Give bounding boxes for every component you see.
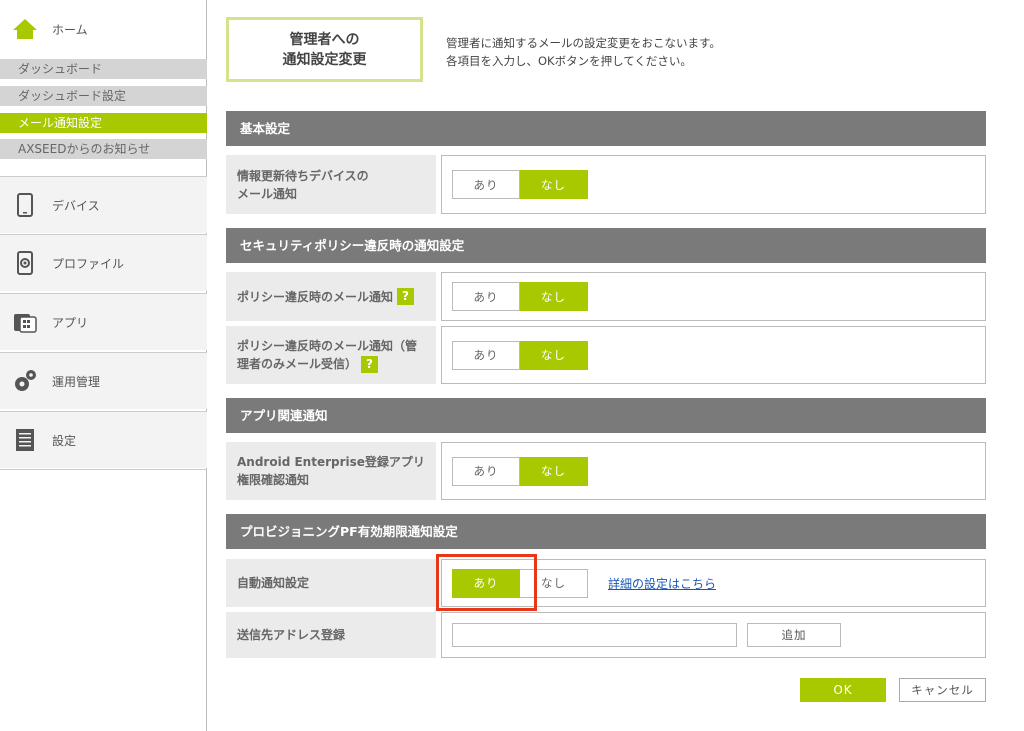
sidebar-item-dashboard[interactable]: ダッシュボード bbox=[0, 59, 207, 79]
section-header-provisioning: プロビジョニングPF有効期限通知設定 bbox=[226, 514, 986, 549]
option-off[interactable]: なし bbox=[520, 340, 588, 370]
sidebar-item-app-label: アプリ bbox=[52, 315, 89, 330]
row-value-android-enterprise: あり なし bbox=[441, 442, 986, 500]
row-label-pending-device-mail: 情報更新待ちデバイスの メール通知 bbox=[226, 155, 436, 214]
sidebar-item-settings[interactable]: 設定 bbox=[0, 411, 207, 468]
row-label-line2: メール通知 bbox=[237, 186, 298, 201]
toggle-policy-violation-mail: あり なし bbox=[452, 282, 588, 311]
row-label-line2: 理者のみメール受信） bbox=[237, 357, 358, 371]
sidebar: ホーム ダッシュボード ダッシュボード設定 メール通知設定 AXSEEDからのお… bbox=[0, 0, 207, 731]
sidebar-item-device[interactable]: デバイス bbox=[0, 176, 207, 233]
page-description-line2: 各項目を入力し、OKボタンを押してください。 bbox=[446, 54, 692, 68]
page-description-line1: 管理者に通知するメールの設定変更をおこないます。 bbox=[446, 36, 721, 50]
row-label-auto-notification: 自動通知設定 bbox=[226, 559, 436, 607]
sidebar-item-mail-notification[interactable]: メール通知設定 bbox=[0, 113, 207, 133]
sidebar-item-operation[interactable]: 運用管理 bbox=[0, 352, 207, 409]
device-icon bbox=[12, 192, 38, 218]
row-label-text: ポリシー違反時のメール通知 bbox=[237, 289, 394, 304]
toggle-android-enterprise: あり なし bbox=[452, 456, 588, 486]
home-icon bbox=[13, 19, 37, 39]
row-label-line1: Android Enterprise登録アプリ bbox=[237, 455, 425, 469]
section-header-security: セキュリティポリシー違反時の通知設定 bbox=[226, 228, 986, 263]
toggle-pending-device-mail: あり なし bbox=[452, 170, 588, 199]
row-label-line1: ポリシー違反時のメール通知（管 bbox=[237, 339, 418, 353]
toggle-policy-violation-admin-only: あり なし bbox=[452, 340, 588, 370]
help-icon[interactable]: ? bbox=[361, 356, 379, 373]
sidebar-item-axseed-news[interactable]: AXSEEDからのお知らせ bbox=[0, 139, 207, 159]
gear-icon bbox=[12, 368, 38, 394]
settings-icon bbox=[12, 427, 38, 453]
section-header-basic: 基本設定 bbox=[226, 111, 986, 146]
option-on[interactable]: あり bbox=[452, 456, 520, 486]
page-title: 管理者への 通知設定変更 bbox=[226, 17, 423, 82]
row-label-policy-violation-admin-only: ポリシー違反時のメール通知（管 理者のみメール受信）? bbox=[226, 326, 436, 384]
option-off[interactable]: なし bbox=[520, 170, 588, 199]
row-label-line2: 権限確認通知 bbox=[237, 473, 310, 487]
add-address-button[interactable]: 追加 bbox=[747, 623, 841, 647]
row-label-line1: 情報更新待ちデバイスの bbox=[237, 168, 369, 183]
sidebar-divider bbox=[0, 469, 207, 470]
row-value-pending-device-mail: あり なし bbox=[441, 155, 986, 214]
home-label: ホーム bbox=[52, 22, 88, 37]
help-icon[interactable]: ? bbox=[397, 288, 415, 305]
highlight-box bbox=[436, 554, 537, 611]
home-link[interactable]: ホーム bbox=[12, 14, 88, 44]
option-on[interactable]: あり bbox=[452, 282, 520, 311]
option-off[interactable]: なし bbox=[520, 456, 588, 486]
sidebar-item-operation-label: 運用管理 bbox=[52, 374, 101, 389]
row-label-policy-violation-mail: ポリシー違反時のメール通知? bbox=[226, 272, 436, 321]
sidebar-item-device-label: デバイス bbox=[52, 198, 100, 213]
option-on[interactable]: あり bbox=[452, 340, 520, 370]
sidebar-item-dashboard-settings[interactable]: ダッシュボード設定 bbox=[0, 86, 207, 106]
page-title-line2: 通知設定変更 bbox=[282, 51, 367, 68]
address-input[interactable] bbox=[452, 623, 737, 647]
page-title-line1: 管理者への bbox=[289, 31, 360, 48]
option-on[interactable]: あり bbox=[452, 170, 520, 199]
sidebar-item-profile[interactable]: プロファイル bbox=[0, 234, 207, 291]
section-header-app: アプリ関連通知 bbox=[226, 398, 986, 433]
detail-settings-link[interactable]: 詳細の設定はこちら bbox=[608, 575, 716, 592]
row-value-policy-violation-mail: あり なし bbox=[441, 272, 986, 321]
row-value-address: 追加 bbox=[441, 612, 986, 658]
page-description: 管理者に通知するメールの設定変更をおこないます。 各項目を入力し、OKボタンを押… bbox=[446, 34, 721, 70]
ok-button[interactable]: OK bbox=[800, 678, 886, 702]
cancel-button[interactable]: キャンセル bbox=[899, 678, 986, 702]
sidebar-item-app[interactable]: アプリ bbox=[0, 293, 207, 350]
row-label-address: 送信先アドレス登録 bbox=[226, 612, 436, 658]
option-off[interactable]: なし bbox=[520, 282, 588, 311]
row-label-android-enterprise: Android Enterprise登録アプリ 権限確認通知 bbox=[226, 442, 436, 500]
profile-icon bbox=[12, 250, 38, 276]
row-value-policy-violation-admin-only: あり なし bbox=[441, 326, 986, 384]
sidebar-item-profile-label: プロファイル bbox=[52, 256, 125, 271]
app-icon bbox=[12, 309, 38, 335]
sidebar-item-settings-label: 設定 bbox=[52, 433, 77, 448]
